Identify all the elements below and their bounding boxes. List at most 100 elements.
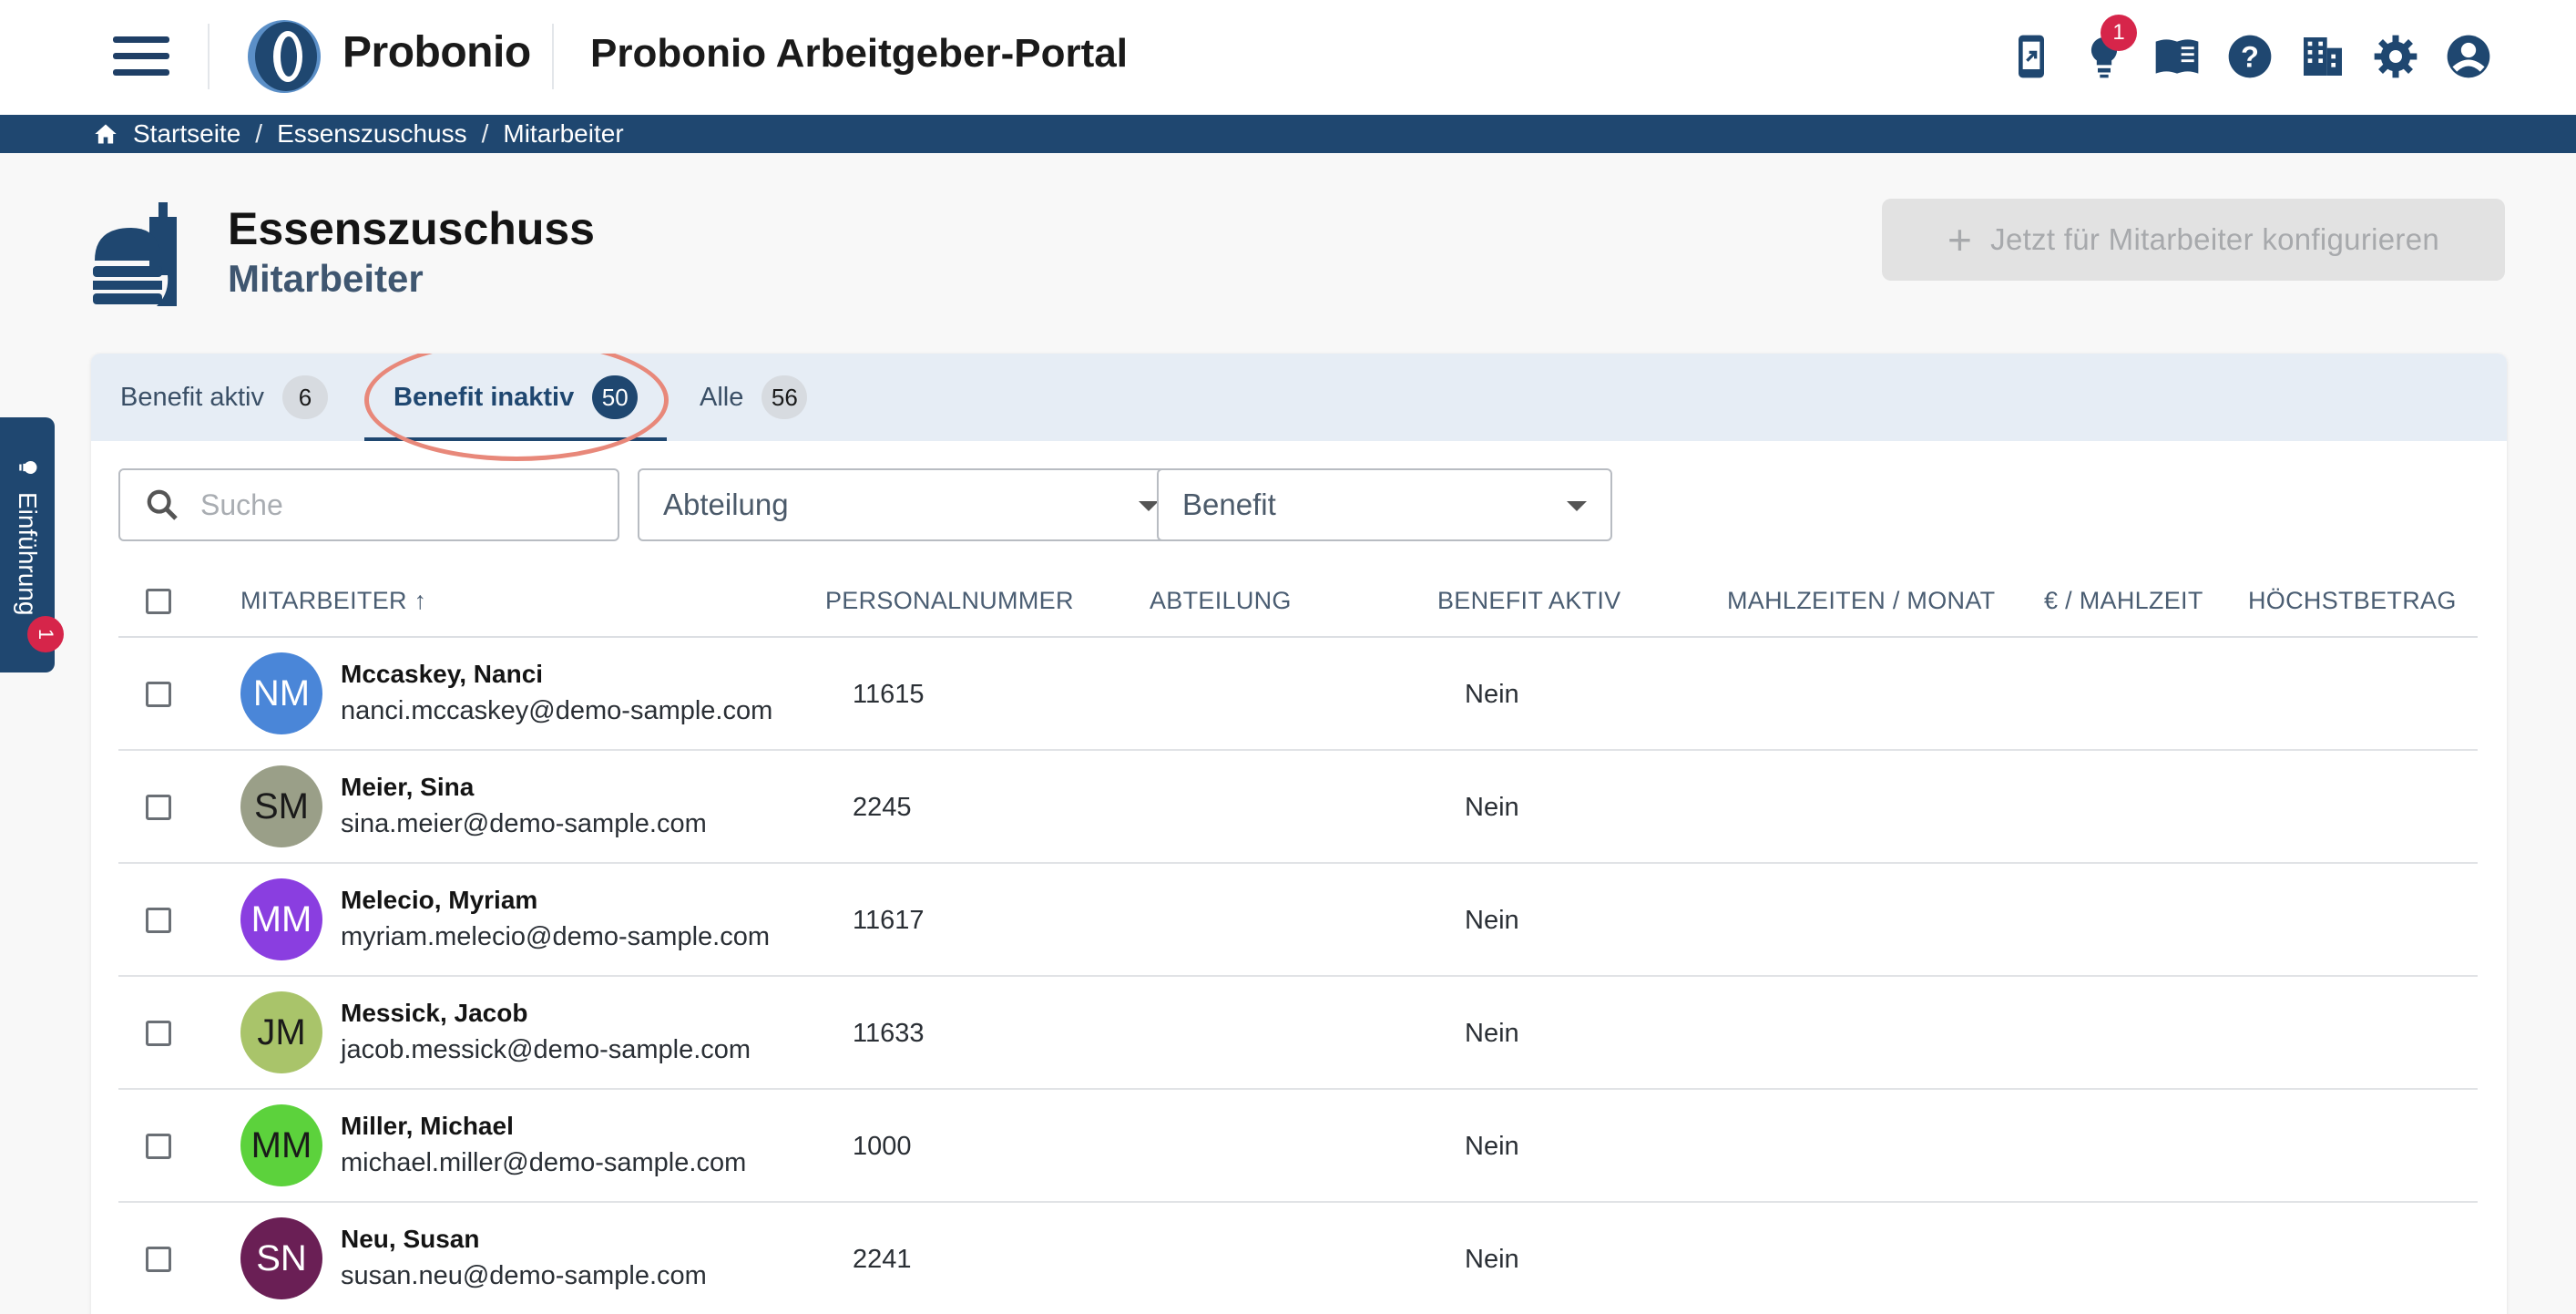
table-header: MITARBEITER ↑ PERSONALNUMMER ABTEILUNG B… bbox=[118, 565, 2478, 638]
configure-employees-button[interactable]: + Jetzt für Mitarbeiter konfigurieren bbox=[1882, 199, 2505, 281]
intro-label: Einführung bbox=[14, 492, 42, 616]
benefit-active-value: Nein bbox=[1465, 1019, 1519, 1048]
column-header-euro-mahlzeit[interactable]: € / MAHLZEIT bbox=[2044, 587, 2203, 615]
home-icon bbox=[95, 124, 117, 144]
row-checkbox[interactable] bbox=[146, 1021, 171, 1046]
row-checkbox[interactable] bbox=[146, 1134, 171, 1159]
book-icon[interactable] bbox=[2152, 31, 2203, 82]
top-bar: Probonio Probonio Arbeitgeber-Portal 1 ? bbox=[0, 0, 2576, 115]
brand-name: Probonio bbox=[342, 28, 531, 77]
breadcrumb-separator: / bbox=[255, 119, 263, 148]
intro-badge: 1 bbox=[27, 616, 64, 652]
settings-icon[interactable] bbox=[2370, 31, 2421, 82]
probonio-logo bbox=[248, 20, 321, 93]
column-header-mitarbeiter[interactable]: MITARBEITER ↑ bbox=[240, 587, 426, 615]
column-header-benefit-aktiv[interactable]: BENEFIT AKTIV bbox=[1437, 587, 1620, 615]
row-checkbox[interactable] bbox=[146, 795, 171, 820]
sort-ascending-icon: ↑ bbox=[414, 587, 427, 614]
breadcrumb-home[interactable]: Startseite bbox=[133, 119, 240, 149]
column-header-abteilung[interactable]: ABTEILUNG bbox=[1150, 587, 1292, 615]
benefit-active-value: Nein bbox=[1465, 1132, 1519, 1161]
highlight-annotation bbox=[364, 354, 669, 461]
table-row[interactable]: MM Miller, Michael michael.miller@demo-sam… bbox=[118, 1090, 2478, 1203]
department-select[interactable]: Abteilung bbox=[638, 468, 1184, 541]
employee-email: michael.miller@demo-sample.com bbox=[341, 1148, 747, 1177]
employee-email: myriam.melecio@demo-sample.com bbox=[341, 922, 770, 951]
chevron-down-icon bbox=[1139, 501, 1159, 511]
tab-label: Alle bbox=[700, 382, 744, 412]
table-row[interactable]: NM Mccaskey, Nanci nanci.mccaskey@demo-sam… bbox=[118, 638, 2478, 751]
page-title: Essenszuschuss bbox=[228, 203, 595, 254]
avatar: SN bbox=[240, 1217, 322, 1299]
row-checkbox[interactable] bbox=[146, 908, 171, 933]
employee-email: jacob.messick@demo-sample.com bbox=[341, 1035, 751, 1064]
mobile-app-icon[interactable] bbox=[2006, 31, 2057, 82]
table-row[interactable]: SN Neu, Susan susan.neu@demo-sample.com 224… bbox=[118, 1203, 2478, 1314]
row-checkbox[interactable] bbox=[146, 1247, 171, 1272]
employee-email: sina.meier@demo-sample.com bbox=[341, 809, 707, 838]
tab-benefit-aktiv[interactable]: Benefit aktiv 6 bbox=[120, 354, 328, 441]
row-checkbox[interactable] bbox=[146, 682, 171, 707]
account-icon[interactable] bbox=[2443, 31, 2494, 82]
chevron-down-icon bbox=[1567, 501, 1587, 511]
employee-email: nanci.mccaskey@demo-sample.com bbox=[341, 696, 773, 725]
search-icon bbox=[147, 489, 178, 520]
benefit-select[interactable]: Benefit bbox=[1157, 468, 1612, 541]
employee-name[interactable]: Meier, Sina bbox=[341, 773, 474, 802]
employee-card: Benefit aktiv 6 Benefit inaktiv 50 Alle … bbox=[91, 354, 2507, 1314]
column-header-hoechstbetrag[interactable]: HÖCHSTBETRAG bbox=[2248, 587, 2457, 615]
employee-name[interactable]: Melecio, Myriam bbox=[341, 886, 537, 915]
benefit-active-value: Nein bbox=[1465, 906, 1519, 935]
employee-name[interactable]: Messick, Jacob bbox=[341, 999, 527, 1028]
personal-number: 2241 bbox=[853, 1245, 912, 1274]
help-icon[interactable]: ? bbox=[2224, 31, 2275, 82]
breadcrumb-essenszuschuss[interactable]: Essenszuschuss bbox=[277, 119, 467, 149]
personal-number: 11633 bbox=[853, 1019, 925, 1048]
divider bbox=[208, 24, 210, 89]
personal-number: 11615 bbox=[853, 680, 925, 709]
employee-email: susan.neu@demo-sample.com bbox=[341, 1261, 707, 1290]
breadcrumb-mitarbeiter: Mitarbeiter bbox=[503, 119, 624, 148]
avatar: JM bbox=[240, 991, 322, 1073]
column-header-personalnummer[interactable]: PERSONALNUMMER bbox=[825, 587, 1074, 615]
avatar: SM bbox=[240, 765, 322, 847]
avatar: MM bbox=[240, 1104, 322, 1186]
avatar: MM bbox=[240, 878, 322, 960]
search-input[interactable] bbox=[200, 479, 601, 530]
lightbulb-icon bbox=[19, 460, 37, 475]
column-header-mahlzeiten-monat[interactable]: MAHLZEITEN / MONAT bbox=[1727, 587, 1995, 615]
benefit-active-value: Nein bbox=[1465, 680, 1519, 709]
avatar: NM bbox=[240, 652, 322, 734]
search-field[interactable] bbox=[118, 468, 619, 541]
plus-icon: + bbox=[1947, 216, 1973, 263]
benefit-active-value: Nein bbox=[1465, 1245, 1519, 1274]
tab-label: Benefit aktiv bbox=[120, 382, 264, 412]
personal-number: 2245 bbox=[853, 793, 912, 822]
employee-name[interactable]: Neu, Susan bbox=[341, 1225, 479, 1254]
table-row[interactable]: SM Meier, Sina sina.meier@demo-sample.com 2… bbox=[118, 751, 2478, 864]
employee-name[interactable]: Mccaskey, Nanci bbox=[341, 660, 543, 689]
tab-count: 56 bbox=[762, 375, 808, 419]
table-row[interactable]: JM Messick, Jacob jacob.messick@demo-sampl… bbox=[118, 977, 2478, 1090]
benefit-active-value: Nein bbox=[1465, 793, 1519, 822]
portal-title: Probonio Arbeitgeber-Portal bbox=[590, 31, 1128, 76]
tab-alle[interactable]: Alle 56 bbox=[700, 354, 808, 441]
notification-badge: 1 bbox=[2101, 15, 2137, 51]
meal-icon bbox=[93, 202, 177, 306]
employee-name[interactable]: Miller, Michael bbox=[341, 1112, 514, 1141]
column-label: MITARBEITER bbox=[240, 587, 407, 614]
breadcrumb: Startseite / Essenszuschuss / Mitarbeite… bbox=[93, 119, 624, 149]
department-select-label: Abteilung bbox=[663, 488, 789, 521]
svg-text:?: ? bbox=[2241, 40, 2259, 74]
breadcrumb-bar: Startseite / Essenszuschuss / Mitarbeite… bbox=[0, 115, 2576, 153]
divider bbox=[552, 24, 554, 89]
menu-icon[interactable] bbox=[113, 36, 169, 77]
personal-number: 11617 bbox=[853, 906, 925, 935]
table-row[interactable]: MM Melecio, Myriam myriam.melecio@demo-sam… bbox=[118, 864, 2478, 977]
benefit-select-label: Benefit bbox=[1182, 488, 1276, 521]
configure-button-label: Jetzt für Mitarbeiter konfigurieren bbox=[1990, 222, 2440, 256]
company-icon[interactable] bbox=[2297, 31, 2348, 82]
breadcrumb-separator: / bbox=[481, 119, 489, 148]
select-all-checkbox[interactable] bbox=[146, 589, 171, 614]
tab-count: 6 bbox=[281, 375, 328, 419]
